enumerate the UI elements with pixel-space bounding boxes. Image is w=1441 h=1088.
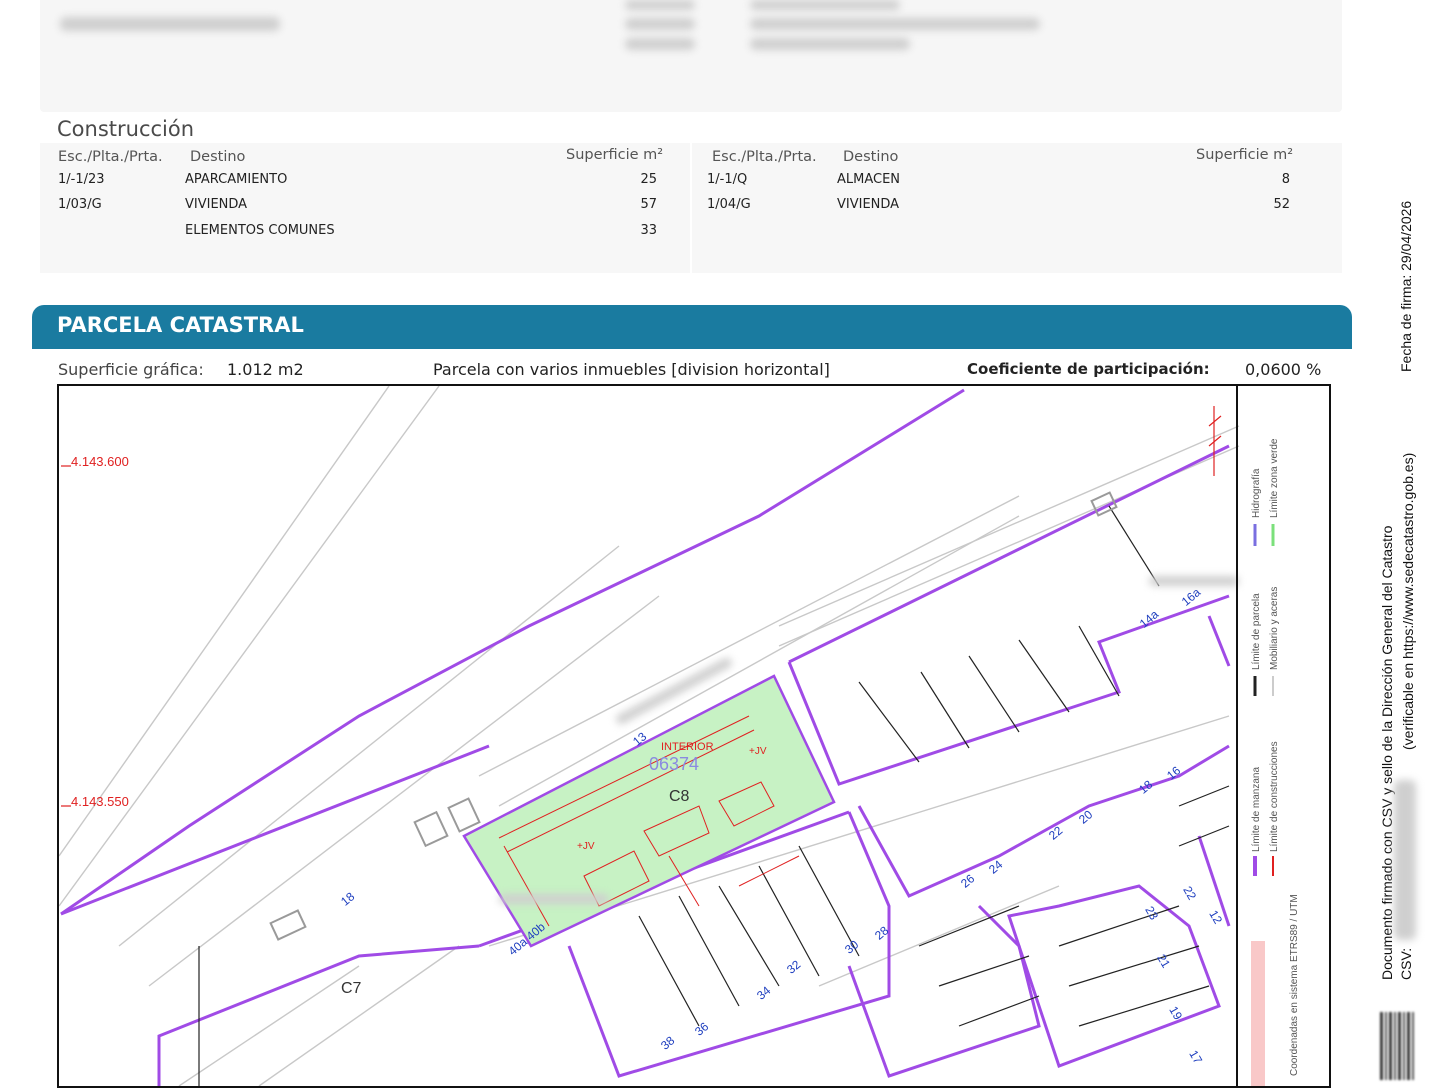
titular-panel [40,0,1342,112]
legend-divider [1236,386,1238,1086]
legend-item: Límite de construcciones [1269,741,1280,852]
coeficiente-label: Coeficiente de participación: [967,360,1210,378]
row-destino: ELEMENTOS COMUNES [185,223,335,238]
barcode [1380,1012,1416,1080]
target-parcel [462,674,836,948]
legend-item: Límite de parcela [1251,593,1262,670]
redacted-street [499,894,609,904]
header-destino: Destino [190,149,246,165]
redacted-text [750,18,1040,30]
row-superficie: 57 [640,197,657,212]
redacted-text [625,38,695,50]
legend-item: Límite de manzana [1251,766,1262,852]
superficie-value: 1.012 m2 [227,360,304,379]
parcela-title: PARCELA CATASTRAL [57,313,304,337]
firma-line1: Documento firmado con CSV y sello de la … [1379,525,1395,980]
row-destino: VIVIENDA [837,197,900,212]
row-superficie: 33 [640,223,657,238]
header-superficie: Superficie m² [566,147,664,163]
legend-item: Hidrografía [1251,468,1262,518]
header-superficie: Superficie m² [1196,147,1294,163]
redacted-text [60,17,280,31]
header-esc: Esc./Plta./Prta. [712,149,817,165]
legend-item: Límite zona verde [1269,438,1280,519]
vivienda-label: +JV [749,746,767,757]
firma-fecha: Fecha de firma: 29/04/2026 [1398,200,1414,372]
header-destino: Destino [843,149,899,165]
row-esc: 1/-1/23 [58,172,105,187]
row-superficie: 52 [1273,197,1290,212]
row-superficie: 8 [1281,172,1290,187]
header-esc: Esc./Plta./Prta. [58,149,163,165]
parcela-tipo: Parcela con varios inmuebles [division h… [433,360,830,379]
redacted-csv [1394,780,1416,940]
row-destino: VIVIENDA [185,197,248,212]
parcel-number: 06374 [649,754,700,774]
redacted-street [1149,576,1239,586]
vivienda-label: +JV [577,841,595,852]
firma-csv: CSV: [1398,947,1414,980]
firma-line3: (verificable en https://www.sedecatastro… [1400,452,1416,750]
row-esc: 1/-1/Q [707,172,748,187]
coordinate-label: 4.143.600 [71,454,129,469]
row-destino: APARCAMIENTO [185,172,288,187]
superficie-label: Superficie gráfica: [58,360,204,379]
block-label: C7 [341,980,362,997]
row-esc: 1/04/G [707,197,751,212]
redacted-text [625,18,695,30]
legend-item: Mobiliario y aceras [1269,586,1280,670]
row-superficie: 25 [640,172,657,187]
construccion-title: Construcción [57,117,195,141]
redacted-text [625,0,695,10]
legend-note: Coordenadas en sistema ETRS89 / UTM [1289,894,1300,1076]
cadastral-map: 4.143.600 4.143.550 06374 C8 C7 INTERIOR… [57,384,1331,1088]
parcel-block: C8 [669,788,690,805]
divider [690,143,692,273]
row-esc: 1/03/G [58,197,102,212]
redacted-text [750,0,900,10]
coeficiente-value: 0,0600 % [1245,360,1322,379]
redacted-text [750,38,910,50]
row-destino: ALMACEN [837,172,901,187]
interior-label: INTERIOR [661,741,714,753]
map-drawing [59,386,1240,1086]
coordinate-label: 4.143.550 [71,794,129,809]
